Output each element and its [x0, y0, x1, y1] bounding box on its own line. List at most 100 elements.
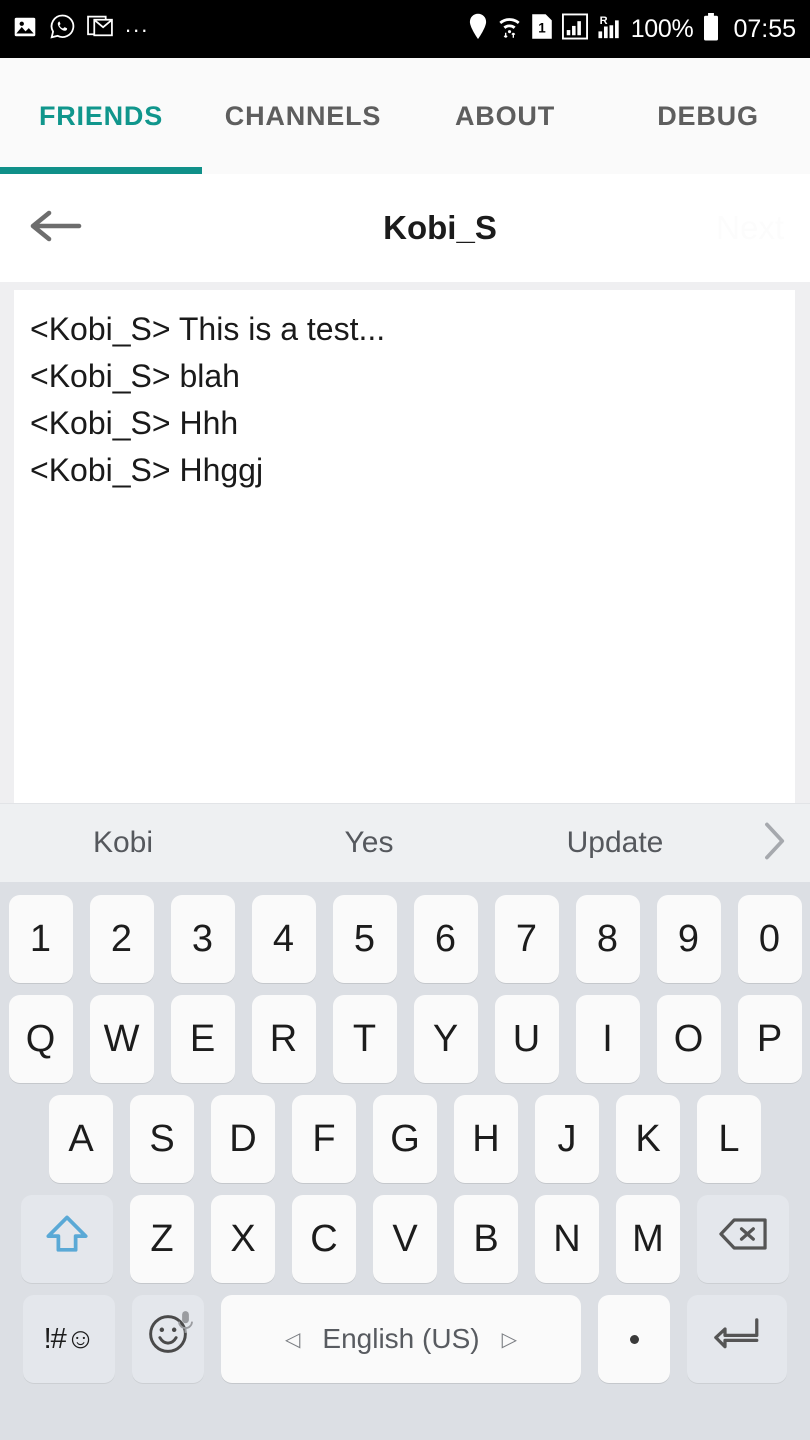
- app-screen: ... 1 R 100% 07:55 FRIENDS CHANNELS ABOU…: [0, 0, 810, 1440]
- svg-text:R: R: [599, 15, 607, 27]
- key-l[interactable]: L: [697, 1095, 761, 1183]
- key-y[interactable]: Y: [413, 995, 478, 1083]
- tab-friends-label: FRIENDS: [38, 100, 164, 131]
- tab-active-indicator: [0, 167, 202, 174]
- key-a[interactable]: A: [49, 1095, 113, 1183]
- key-h[interactable]: H: [454, 1095, 518, 1183]
- status-bar-right-icons: 1 R 100% 07:55: [468, 12, 796, 46]
- key-o[interactable]: O: [656, 995, 721, 1083]
- on-screen-keyboard: 1 2 3 4 5 6 7 8 9 0 Q W E R T Y U I O P …: [0, 882, 810, 1440]
- key-4[interactable]: 4: [251, 895, 316, 983]
- suggestions-more-button[interactable]: [738, 821, 810, 866]
- enter-return-icon: [713, 1314, 761, 1364]
- next-button[interactable]: Next: [716, 209, 784, 247]
- key-p[interactable]: P: [737, 995, 802, 1083]
- photo-icon: [12, 14, 38, 45]
- keyboard-row-home: A S D F G H J K L: [0, 1089, 810, 1189]
- space-key-label: English (US): [322, 1323, 480, 1354]
- suggestion-item-3[interactable]: Update: [492, 826, 738, 860]
- key-u[interactable]: U: [494, 995, 559, 1083]
- wifi-icon: [497, 13, 522, 45]
- chat-log[interactable]: <Kobi_S> This is a test... <Kobi_S> blah…: [14, 290, 795, 803]
- key-g[interactable]: G: [373, 1095, 437, 1183]
- emoji-key[interactable]: [132, 1295, 204, 1383]
- page-title: Kobi_S: [383, 209, 497, 246]
- list-item: <Kobi_S> blah: [30, 358, 240, 394]
- key-1[interactable]: 1: [8, 895, 73, 983]
- backspace-key[interactable]: [697, 1195, 789, 1283]
- key-z[interactable]: Z: [130, 1195, 194, 1283]
- battery-icon: [702, 12, 720, 46]
- enter-key[interactable]: [687, 1295, 787, 1383]
- symbols-key[interactable]: !#☺: [23, 1295, 115, 1383]
- key-v[interactable]: V: [373, 1195, 437, 1283]
- svg-text:1: 1: [538, 21, 546, 36]
- shift-key[interactable]: [21, 1195, 113, 1283]
- space-key[interactable]: ◁ English (US) ▷: [221, 1295, 581, 1383]
- keyboard-row-qwerty: Q W E R T Y U I O P: [0, 989, 810, 1089]
- key-w[interactable]: W: [89, 995, 154, 1083]
- suggestion-item-2[interactable]: Yes: [246, 826, 492, 860]
- key-d[interactable]: D: [211, 1095, 275, 1183]
- key-x[interactable]: X: [211, 1195, 275, 1283]
- key-r[interactable]: R: [251, 995, 316, 1083]
- key-m[interactable]: M: [616, 1195, 680, 1283]
- key-s[interactable]: S: [130, 1095, 194, 1183]
- chevron-right-icon: [761, 821, 787, 866]
- tab-friends[interactable]: FRIENDS: [0, 58, 202, 174]
- tab-channels[interactable]: CHANNELS: [202, 58, 404, 174]
- key-5[interactable]: 5: [332, 895, 397, 983]
- tab-debug[interactable]: DEBUG: [606, 58, 810, 174]
- status-bar-left-icons: ...: [12, 13, 149, 45]
- key-9[interactable]: 9: [656, 895, 721, 983]
- key-2[interactable]: 2: [89, 895, 154, 983]
- tab-channels-label: CHANNELS: [224, 100, 382, 131]
- key-i[interactable]: I: [575, 995, 640, 1083]
- key-c[interactable]: C: [292, 1195, 356, 1283]
- chat-log-container: <Kobi_S> This is a test... <Kobi_S> blah…: [0, 282, 810, 803]
- status-bar: ... 1 R 100% 07:55: [0, 0, 810, 58]
- key-0[interactable]: 0: [737, 895, 802, 983]
- battery-percent-label: 100%: [630, 14, 694, 43]
- microphone-icon: [177, 1301, 194, 1344]
- key-j[interactable]: J: [535, 1095, 599, 1183]
- language-next-icon[interactable]: ▷: [502, 1327, 517, 1352]
- key-e[interactable]: E: [170, 995, 235, 1083]
- key-6[interactable]: 6: [413, 895, 478, 983]
- list-item: <Kobi_S> This is a test...: [30, 311, 386, 347]
- keyboard-row-function: !#☺ ◁ English (US) ▷: [0, 1289, 810, 1389]
- key-8[interactable]: 8: [575, 895, 640, 983]
- key-q[interactable]: Q: [8, 995, 73, 1083]
- keyboard-row-bottom-letters: Z X C V B N M: [0, 1189, 810, 1289]
- tab-about[interactable]: ABOUT: [404, 58, 606, 174]
- sim-1-icon: 1: [531, 13, 553, 45]
- gmail-icon: [87, 15, 114, 44]
- tab-about-label: ABOUT: [455, 100, 555, 131]
- language-prev-icon[interactable]: ◁: [285, 1327, 300, 1352]
- shift-arrow-icon: [44, 1211, 90, 1267]
- key-b[interactable]: B: [454, 1195, 518, 1283]
- tab-bar: FRIENDS CHANNELS ABOUT DEBUG: [0, 58, 810, 174]
- suggestion-item-1[interactable]: Kobi: [0, 826, 246, 860]
- location-pin-icon: [468, 13, 488, 45]
- whatsapp-icon: [49, 13, 76, 45]
- key-7[interactable]: 7: [494, 895, 559, 983]
- key-n[interactable]: N: [535, 1195, 599, 1283]
- key-t[interactable]: T: [332, 995, 397, 1083]
- keyboard-row-numbers: 1 2 3 4 5 6 7 8 9 0: [0, 889, 810, 989]
- conversation-header: Kobi_S Next: [0, 174, 810, 282]
- signal-bars-icon: [561, 13, 588, 45]
- key-f[interactable]: F: [292, 1095, 356, 1183]
- list-item: <Kobi_S> Hhggj: [30, 452, 264, 488]
- clock-label: 07:55: [733, 14, 796, 43]
- tab-debug-label: DEBUG: [657, 100, 759, 131]
- list-item: <Kobi_S> Hhh: [30, 405, 239, 441]
- backspace-icon: [718, 1215, 768, 1263]
- keyboard-suggestion-strip: Kobi Yes Update: [0, 803, 810, 882]
- roaming-signal-icon: R: [597, 13, 622, 45]
- overflow-ellipsis-icon: ...: [125, 12, 150, 37]
- period-key[interactable]: [598, 1295, 670, 1383]
- period-dot-icon: [629, 1334, 639, 1344]
- key-k[interactable]: K: [616, 1095, 680, 1183]
- key-3[interactable]: 3: [170, 895, 235, 983]
